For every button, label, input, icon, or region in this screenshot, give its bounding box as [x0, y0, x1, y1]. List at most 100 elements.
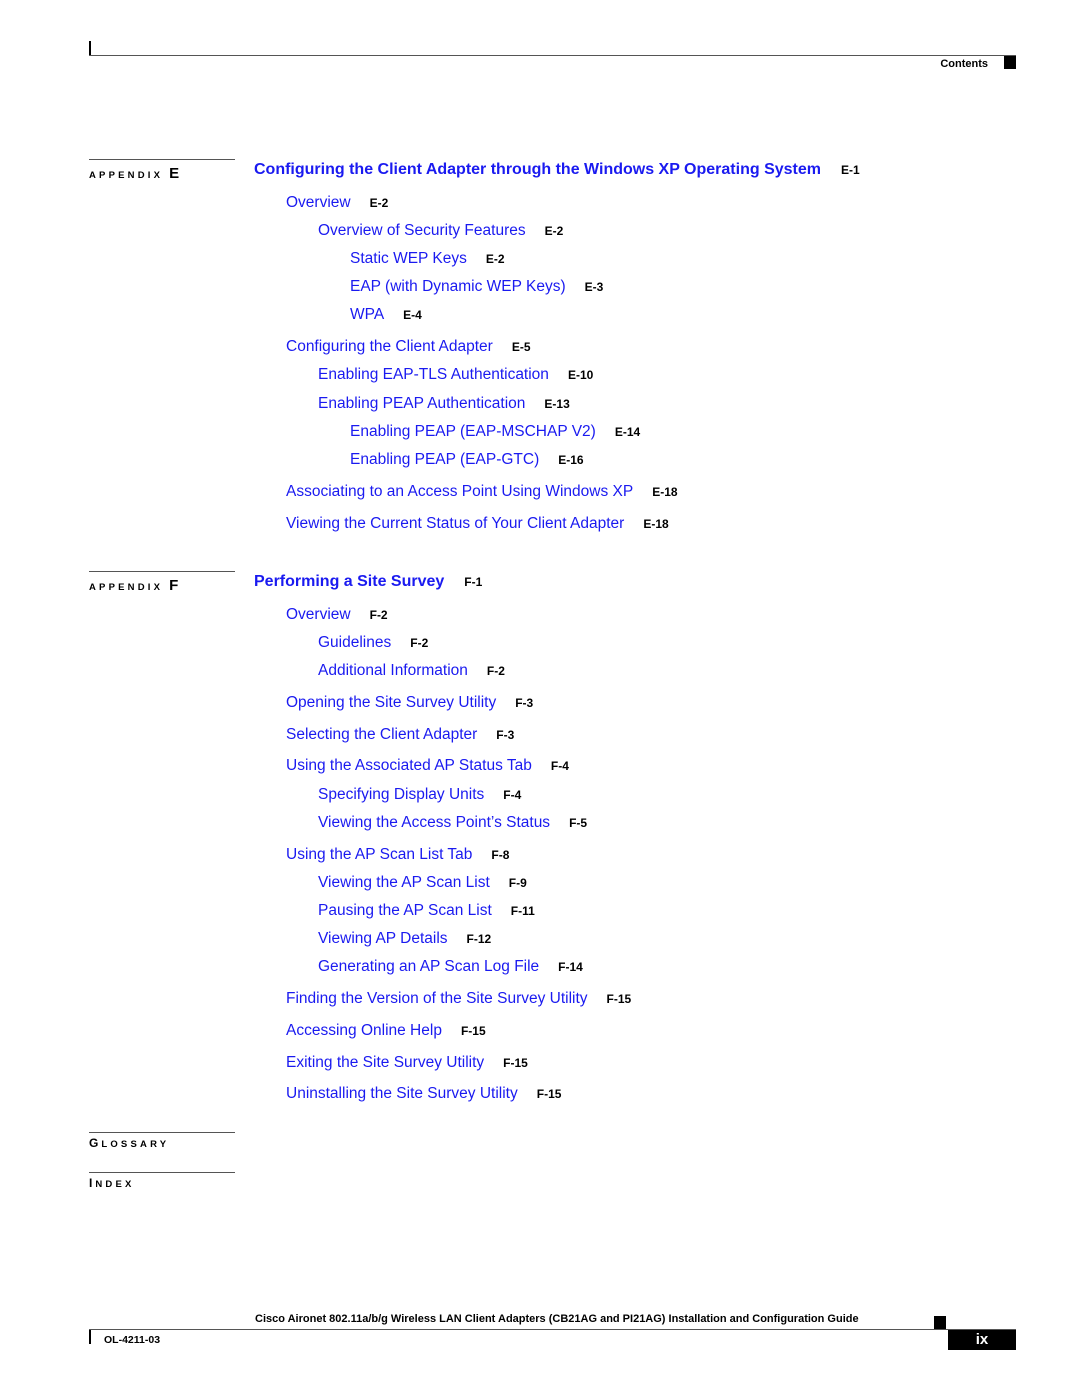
toc-entry-text: Guidelines [318, 634, 392, 651]
appendix-f-title-link[interactable]: Performing a Site Survey F-1 [254, 573, 482, 591]
toc-entry[interactable]: Associating to an Access Point Using Win… [286, 483, 678, 501]
toc-entry[interactable]: Using the AP Scan List Tab F-8 [286, 846, 509, 864]
running-title: Contents [940, 58, 988, 70]
toc-entry[interactable]: Accessing Online Help F-15 [286, 1022, 486, 1040]
toc-entry-text: Configuring the Client Adapter [286, 338, 493, 355]
toc-entry-text: Generating an AP Scan Log File [318, 958, 540, 975]
appendix-e-label: APPENDIX E [89, 165, 179, 182]
toc-entry[interactable]: Pausing the AP Scan List F-11 [318, 902, 535, 920]
toc-entry-text: Overview of Security Features [318, 222, 526, 239]
toc-page-number: F-15 [503, 1056, 528, 1070]
toc-entry[interactable]: Uninstalling the Site Survey Utility F-15 [286, 1085, 561, 1103]
toc-entry[interactable]: Opening the Site Survey Utility F-3 [286, 694, 533, 712]
toc-page-number: E-4 [403, 308, 422, 322]
toc-entry[interactable]: Viewing the AP Scan List F-9 [318, 874, 527, 892]
toc-entry-text: Uninstalling the Site Survey Utility [286, 1085, 518, 1102]
toc-entry[interactable]: Enabling EAP-TLS Authentication E-10 [318, 366, 593, 384]
appendix-letter: E [169, 165, 180, 182]
toc-entry-text: Static WEP Keys [350, 250, 467, 267]
footer-rule [89, 1329, 1016, 1330]
toc-entry[interactable]: Viewing the Access Point’s Status F-5 [318, 814, 587, 832]
toc-page-number: F-2 [410, 636, 429, 650]
appendix-label-prefix: APPENDIX [89, 582, 164, 593]
toc-entry-text: Finding the Version of the Site Survey U… [286, 990, 588, 1007]
header-left-bar [89, 41, 91, 56]
toc-page-number: F-5 [569, 816, 588, 830]
toc-entry-text: Additional Information [318, 662, 468, 679]
appendix-e-rule [89, 159, 235, 160]
toc-entry[interactable]: Enabling PEAP (EAP-GTC) E-16 [350, 451, 584, 469]
toc-entry[interactable]: Guidelines F-2 [318, 634, 428, 652]
toc-entry[interactable]: Using the Associated AP Status Tab F-4 [286, 757, 569, 775]
glossary-label: GLOSSARY [89, 1136, 169, 1150]
toc-entry-text: Specifying Display Units [318, 786, 485, 803]
toc-entry[interactable]: Viewing AP Details F-12 [318, 930, 491, 948]
index-rule [89, 1172, 235, 1173]
toc-entry[interactable]: Overview F-2 [286, 606, 388, 624]
toc-entry[interactable]: Specifying Display Units F-4 [318, 786, 521, 804]
toc-page-number: F-4 [550, 759, 569, 773]
toc-page-number: F-14 [558, 960, 583, 974]
toc-entry-text: Enabling PEAP (EAP-GTC) [350, 451, 540, 468]
appendix-f-rule [89, 571, 235, 572]
toc-entry-text: Selecting the Client Adapter [286, 726, 478, 743]
toc-page-number: E-18 [643, 517, 669, 531]
toc-entry[interactable]: Finding the Version of the Site Survey U… [286, 990, 631, 1008]
toc-page-number: F-2 [369, 608, 388, 622]
index-rest: NDEX [95, 1179, 135, 1190]
toc-entry[interactable]: Generating an AP Scan Log File F-14 [318, 958, 583, 976]
toc-page-number: F-4 [503, 788, 522, 802]
toc-entry[interactable]: Viewing the Current Status of Your Clien… [286, 515, 669, 533]
toc-page-number: F-1 [464, 575, 483, 589]
toc-entry-text: Enabling EAP-TLS Authentication [318, 366, 549, 383]
toc-page-number: E-2 [485, 252, 505, 266]
toc-page-number: F-2 [486, 664, 505, 678]
appendix-label-prefix: APPENDIX [89, 170, 164, 181]
toc-entry-text: Pausing the AP Scan List [318, 902, 492, 919]
toc-page-number: E-13 [544, 397, 570, 411]
header-marker [1004, 56, 1016, 69]
toc-page-number: F-15 [536, 1087, 562, 1101]
glossary-rule [89, 1132, 235, 1133]
footer-marker [934, 1316, 946, 1329]
toc-page-number: E-2 [369, 196, 389, 210]
glossary-initial: G [89, 1136, 102, 1150]
appendix-f-label: APPENDIX F [89, 577, 178, 594]
toc-page-number: E-18 [652, 485, 678, 499]
toc-entry-text: Exiting the Site Survey Utility [286, 1054, 485, 1071]
toc-entry-text: EAP (with Dynamic WEP Keys) [350, 278, 566, 295]
footer-left-bar [89, 1330, 91, 1344]
toc-entry[interactable]: Exiting the Site Survey Utility F-15 [286, 1054, 528, 1072]
toc-entry-text: Viewing the AP Scan List [318, 874, 490, 891]
toc-entry[interactable]: WPA E-4 [350, 306, 422, 324]
toc-entry[interactable]: Additional Information F-2 [318, 662, 505, 680]
toc-page-number: E-14 [614, 425, 641, 439]
toc-page-number: F-15 [460, 1024, 486, 1038]
appendix-e-title-link[interactable]: Configuring the Client Adapter through t… [254, 161, 860, 179]
toc-page-number: E-1 [840, 163, 860, 177]
toc-entry[interactable]: Configuring the Client Adapter E-5 [286, 338, 531, 356]
toc-page-number: E-16 [558, 453, 584, 467]
toc-page-number: E-10 [567, 368, 594, 382]
footer-doc-number: OL-4211-03 [104, 1334, 161, 1346]
toc-entry[interactable]: Selecting the Client Adapter F-3 [286, 726, 514, 744]
toc-entry-text: Performing a Site Survey [254, 573, 445, 590]
toc-entry-text: Accessing Online Help [286, 1022, 442, 1039]
toc-entry[interactable]: Enabling PEAP (EAP-MSCHAP V2) E-14 [350, 423, 640, 441]
toc-entry[interactable]: Overview of Security Features E-2 [318, 222, 563, 240]
header-rule [89, 55, 1016, 56]
toc-page-number: F-8 [491, 848, 510, 862]
toc-entry[interactable]: EAP (with Dynamic WEP Keys) E-3 [350, 278, 603, 296]
toc-entry-text: Enabling PEAP Authentication [318, 395, 526, 412]
toc-entry[interactable]: Static WEP Keys E-2 [350, 250, 505, 268]
toc-entry-text: Enabling PEAP (EAP-MSCHAP V2) [350, 423, 596, 440]
toc-page-number: F-3 [496, 728, 515, 742]
toc-entry-text: Overview [286, 606, 351, 623]
toc-entry[interactable]: Enabling PEAP Authentication E-13 [318, 395, 570, 413]
toc-entry-text: Using the Associated AP Status Tab [286, 757, 532, 774]
toc-entry-text: WPA [350, 306, 385, 323]
toc-entry[interactable]: Overview E-2 [286, 194, 388, 212]
toc-page-number: F-15 [606, 992, 632, 1006]
toc-page-number: E-5 [511, 340, 531, 354]
footer-page-number: ix [948, 1330, 1016, 1350]
